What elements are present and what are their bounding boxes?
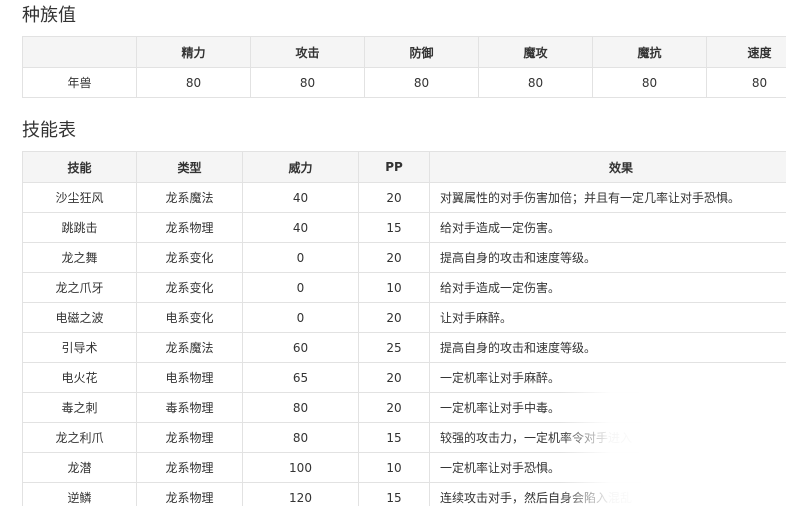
skill-row: 跳跳击 龙系物理 40 15 给对手造成一定伤害。: [22, 212, 786, 243]
table-cell: 龙系变化: [136, 272, 243, 303]
column-header: 防御: [364, 36, 479, 68]
table-header-row: 技能 类型 威力 PP 效果: [22, 151, 786, 183]
table-cell: 80: [250, 67, 365, 98]
table-cell: 20: [358, 392, 430, 423]
column-header: 效果: [429, 151, 786, 183]
column-header: [22, 36, 137, 68]
stats-section-title: 种族值: [22, 5, 76, 26]
table-cell: 80: [136, 67, 251, 98]
table-cell: 让对手麻醉。: [429, 302, 786, 333]
table-cell: 一定机率让对手中毒。: [429, 392, 786, 423]
column-header: 技能: [22, 151, 137, 183]
table-cell: 0: [242, 302, 359, 333]
table-cell: 龙系魔法: [136, 182, 243, 213]
table-cell: 65: [242, 362, 359, 393]
table-cell: 给对手造成一定伤害。: [429, 272, 786, 303]
skill-row: 龙潜 龙系物理 100 10 一定机率让对手恐惧。: [22, 452, 786, 483]
table-cell: 电火花: [22, 362, 137, 393]
table-cell: 10: [358, 272, 430, 303]
table-cell: 80: [592, 67, 707, 98]
table-header-row: 精力 攻击 防御 魔攻 魔抗 速度: [22, 36, 786, 68]
table-cell: 80: [364, 67, 479, 98]
table-cell: 提高自身的攻击和速度等级。: [429, 242, 786, 273]
column-header: 攻击: [250, 36, 365, 68]
table-cell: 一定机率让对手麻醉。: [429, 362, 786, 393]
table-cell: 毒之刺: [22, 392, 137, 423]
table-cell: 龙之利爪: [22, 422, 137, 453]
table-cell: 80: [242, 422, 359, 453]
stats-row: 年兽 80 80 80 80 80 80: [22, 67, 786, 98]
table-cell: 龙系物理: [136, 482, 243, 506]
table-cell: 15: [358, 212, 430, 243]
column-header: 精力: [136, 36, 251, 68]
skill-row: 引导术 龙系魔法 60 25 提高自身的攻击和速度等级。: [22, 332, 786, 363]
skill-row: 龙之利爪 龙系物理 80 15 较强的攻击力，一定机率令对手进入: [22, 422, 786, 453]
table-cell: 0: [242, 242, 359, 273]
page: 种族值 精力 攻击 防御 魔攻 魔抗 速度 年兽 80 80 80 80 80 80 技能表 技能 类型…: [0, 0, 786, 506]
table-cell: 龙系魔法: [136, 332, 243, 363]
table-cell: 20: [358, 182, 430, 213]
table-cell: 15: [358, 482, 430, 506]
skill-row: 龙之爪牙 龙系变化 0 10 给对手造成一定伤害。: [22, 272, 786, 303]
table-cell: 沙尘狂风: [22, 182, 137, 213]
skill-row: 龙之舞 龙系变化 0 20 提高自身的攻击和速度等级。: [22, 242, 786, 273]
skill-row: 毒之刺 毒系物理 80 20 一定机率让对手中毒。: [22, 392, 786, 423]
column-header: PP: [358, 151, 430, 183]
skill-row: 沙尘狂风 龙系魔法 40 20 对翼属性的对手伤害加倍；并且有一定几率让对手恐惧。: [22, 182, 786, 213]
table-cell: 120: [242, 482, 359, 506]
table-cell: 逆鳞: [22, 482, 137, 506]
table-cell: 0: [242, 272, 359, 303]
table-cell: 20: [358, 302, 430, 333]
table-cell: 龙潜: [22, 452, 137, 483]
table-cell: 100: [242, 452, 359, 483]
table-cell: 20: [358, 242, 430, 273]
base-stats-table: 精力 攻击 防御 魔攻 魔抗 速度 年兽 80 80 80 80 80 80: [22, 36, 786, 98]
table-cell: 电系变化: [136, 302, 243, 333]
column-header: 魔攻: [478, 36, 593, 68]
table-cell: 跳跳击: [22, 212, 137, 243]
table-cell: 龙系物理: [136, 212, 243, 243]
table-cell: 80: [478, 67, 593, 98]
table-cell: 毒系物理: [136, 392, 243, 423]
table-cell: 给对手造成一定伤害。: [429, 212, 786, 243]
table-cell: 80: [706, 67, 786, 98]
table-cell: 一定机率让对手恐惧。: [429, 452, 786, 483]
skill-row: 电磁之波 电系变化 0 20 让对手麻醉。: [22, 302, 786, 333]
skill-row: 电火花 电系物理 65 20 一定机率让对手麻醉。: [22, 362, 786, 393]
table-cell: 15: [358, 422, 430, 453]
table-cell: 电系物理: [136, 362, 243, 393]
table-cell: 40: [242, 212, 359, 243]
table-cell: 龙之舞: [22, 242, 137, 273]
table-cell: 引导术: [22, 332, 137, 363]
skill-row: 逆鳞 龙系物理 120 15 连续攻击对手，然后自身会陷入混乱: [22, 482, 786, 506]
skills-section-title: 技能表: [22, 120, 76, 141]
table-cell: 连续攻击对手，然后自身会陷入混乱: [429, 482, 786, 506]
column-header: 速度: [706, 36, 786, 68]
table-cell: 龙系物理: [136, 452, 243, 483]
table-cell: 对翼属性的对手伤害加倍；并且有一定几率让对手恐惧。: [429, 182, 786, 213]
table-cell: 龙系物理: [136, 422, 243, 453]
skills-table: 技能 类型 威力 PP 效果 沙尘狂风 龙系魔法 40 20 对翼属性的对手伤害加倍；并且有一定…: [22, 151, 786, 506]
table-cell: 40: [242, 182, 359, 213]
column-header: 类型: [136, 151, 243, 183]
column-header: 威力: [242, 151, 359, 183]
table-cell: 25: [358, 332, 430, 363]
table-cell: 龙之爪牙: [22, 272, 137, 303]
table-cell: 龙系变化: [136, 242, 243, 273]
table-cell: 60: [242, 332, 359, 363]
table-cell: 年兽: [22, 67, 137, 98]
table-cell: 电磁之波: [22, 302, 137, 333]
table-cell: 80: [242, 392, 359, 423]
column-header: 魔抗: [592, 36, 707, 68]
table-cell: 提高自身的攻击和速度等级。: [429, 332, 786, 363]
table-cell: 较强的攻击力，一定机率令对手进入: [429, 422, 786, 453]
table-cell: 20: [358, 362, 430, 393]
table-cell: 10: [358, 452, 430, 483]
